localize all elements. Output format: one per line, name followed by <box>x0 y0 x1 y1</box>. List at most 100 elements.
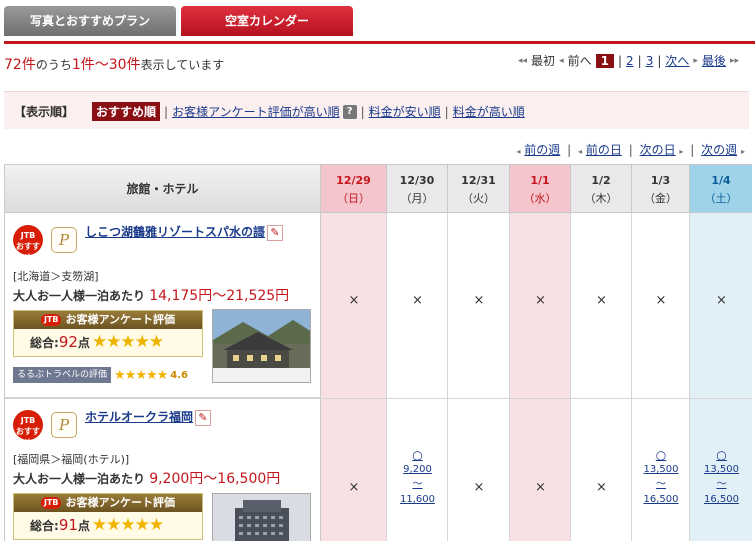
availability-cell-full: × <box>348 480 360 495</box>
total-label: 総合: <box>30 336 59 350</box>
date-header: 12/30 （月） <box>387 165 448 213</box>
price-tilde[interactable]: 〜 <box>387 477 448 492</box>
next-week-link[interactable]: 次の週 <box>701 143 737 157</box>
hotel-photo[interactable] <box>212 493 311 541</box>
pager-prev: 前へ <box>567 54 592 68</box>
sort-price-high[interactable]: 料金が高い順 <box>453 103 525 120</box>
price-low-link[interactable]: 13,500 <box>690 462 752 477</box>
rurubu-score: 4.6 <box>170 369 189 381</box>
availability-cell-open[interactable]: ○ 13,500 〜 16,500 <box>632 448 690 507</box>
weeknav-sep: | <box>628 143 633 157</box>
hotel-name[interactable]: しこつ湖鶴雅リゾートスパ水の謌 <box>85 225 265 239</box>
hotel-name-link[interactable]: ホテルオークラ福岡 ✎ <box>85 408 212 426</box>
availability-cell-open[interactable]: ○ 9,200 〜 11,600 <box>387 448 448 507</box>
sort-price-low[interactable]: 料金が安い順 <box>369 103 441 120</box>
hotel-price: 大人お一人様一泊あたり 9,200円〜16,500円 <box>13 468 280 488</box>
hotel-area: [福岡県＞福岡(ホテル)] <box>13 453 130 466</box>
availability-cell-full: × <box>535 293 546 308</box>
pencil-memo-icon[interactable]: ✎ <box>195 409 212 426</box>
sort-sep: | <box>444 104 449 119</box>
total-label: 総合: <box>30 519 59 533</box>
date-label: 12/30 <box>399 174 435 187</box>
hotel-name[interactable]: ホテルオークラ福岡 <box>85 410 193 424</box>
pager-last[interactable]: 最後 <box>702 52 726 69</box>
hotel-column-header: 旅館・ホテル <box>5 165 321 213</box>
row-divider <box>5 398 752 399</box>
next-day-arrow-icon: ▸ <box>679 147 684 156</box>
survey-body: 総合:92点 ★★★★★ <box>14 329 202 352</box>
price-tilde[interactable]: 〜 <box>632 477 690 492</box>
sort-recommended: おすすめ順 <box>92 102 161 121</box>
availability-cell-full: × <box>473 480 485 495</box>
prev-week-link[interactable]: 前の週 <box>524 143 560 157</box>
date-label: 1/3 <box>650 174 671 187</box>
weekday-label: （月） <box>400 192 434 205</box>
next-day-link[interactable]: 次の日 <box>640 143 676 157</box>
price-low-link[interactable]: 9,200 <box>387 462 448 477</box>
vacancy-calendar-table: 旅館・ホテル JTB おすすめ P しこつ湖鶴雅リゾートスパ水の謌 ✎ [北海道＞支… <box>4 164 752 541</box>
survey-header: JTB お客様アンケート評価 <box>14 311 202 329</box>
score-unit: 点 <box>77 519 90 533</box>
price-high-link[interactable]: 11,600 <box>387 492 448 507</box>
next-arrow-icon: ▸ <box>693 55 698 66</box>
price-tilde[interactable]: 〜 <box>690 477 752 492</box>
survey-score: 91 <box>58 516 78 534</box>
price-label: 大人お一人様一泊あたり <box>13 472 146 486</box>
availability-cell-full: × <box>596 480 607 495</box>
availability-cell-full: × <box>716 293 727 308</box>
pager-sep: | <box>637 53 642 68</box>
date-header: 12/29 （日） <box>321 165 387 213</box>
week-navigation: ◂ 前の週 | ◂ 前の日 | 次の日 ▸ | 次の週 ▸ <box>516 141 745 158</box>
weekday-label: （日） <box>337 192 370 205</box>
availability-cell-full: × <box>596 293 607 308</box>
price-high-link[interactable]: 16,500 <box>690 492 752 507</box>
prev-week-arrow-icon: ◂ <box>516 147 521 156</box>
date-label: 12/29 <box>336 174 371 187</box>
pager-page-2[interactable]: 2 <box>626 54 634 68</box>
price-label: 大人お一人様一泊あたり <box>13 289 146 303</box>
availability-cell-full: × <box>473 293 485 308</box>
vacancy-circle-icon[interactable]: ○ <box>690 448 752 462</box>
hotel-photo[interactable] <box>212 309 311 383</box>
sort-survey-rating[interactable]: お客様アンケート評価が高い順 <box>172 103 340 120</box>
weekday-label: （土） <box>704 192 738 205</box>
availability-cell-full: × <box>348 293 360 308</box>
premium-p-icon: P <box>51 227 77 253</box>
pencil-memo-icon[interactable]: ✎ <box>267 224 284 241</box>
weekday-label: （金） <box>644 192 677 205</box>
result-text-2: 表示しています <box>140 58 225 72</box>
hotel-name-link[interactable]: しこつ湖鶴雅リゾートスパ水の謌 ✎ <box>85 223 284 241</box>
last-arrow-icon: ▸▸ <box>729 55 739 66</box>
prev-day-link[interactable]: 前の日 <box>586 143 622 157</box>
vacancy-circle-icon[interactable]: ○ <box>632 448 690 462</box>
pager-next[interactable]: 次へ <box>665 52 689 69</box>
price-high-link[interactable]: 16,500 <box>632 492 690 507</box>
hotel-row: JTB おすすめ P しこつ湖鶴雅リゾートスパ水の謌 ✎ [北海道＞支笏湖] 大人お… <box>5 213 321 398</box>
price-range: 9,200円〜16,500円 <box>149 471 281 487</box>
availability-cell-open[interactable]: ○ 13,500 〜 16,500 <box>690 448 752 507</box>
result-count: 72件のうち1件〜30件表示しています <box>4 54 224 74</box>
sort-sep: | <box>164 104 169 119</box>
star-rating-icon: ★★★★★ <box>91 332 164 352</box>
pager-page-3[interactable]: 3 <box>646 54 654 68</box>
vacancy-circle-icon[interactable]: ○ <box>387 448 448 462</box>
help-icon[interactable]: ? <box>342 104 357 119</box>
date-header: 1/1 （水） <box>510 165 571 213</box>
tab-bar: 写真とおすすめプラン 空室カレンダー <box>4 6 755 44</box>
date-header: 12/31 （火） <box>448 165 510 213</box>
weekday-label: （火） <box>462 192 495 205</box>
star-rating-icon: ★★★★★ <box>91 515 164 535</box>
date-label: 1/2 <box>591 174 611 187</box>
date-header: 1/3 （金） <box>632 165 690 213</box>
price-low-link[interactable]: 13,500 <box>632 462 690 477</box>
tab-photos-plans[interactable]: 写真とおすすめプラン <box>4 6 176 36</box>
weeknav-sep: | <box>567 143 572 157</box>
pager-first: 最初 <box>531 54 556 68</box>
tab-vacancy-calendar[interactable]: 空室カレンダー <box>181 6 353 36</box>
prev-arrow-icon: ◂ <box>559 55 564 66</box>
sort-sep: | <box>360 104 365 119</box>
weekday-label: （木） <box>584 192 618 205</box>
survey-rating-box: JTB お客様アンケート評価 総合:92点 ★★★★★ <box>13 310 203 357</box>
premium-p-icon: P <box>51 412 77 438</box>
availability-cell-full: × <box>655 293 667 308</box>
